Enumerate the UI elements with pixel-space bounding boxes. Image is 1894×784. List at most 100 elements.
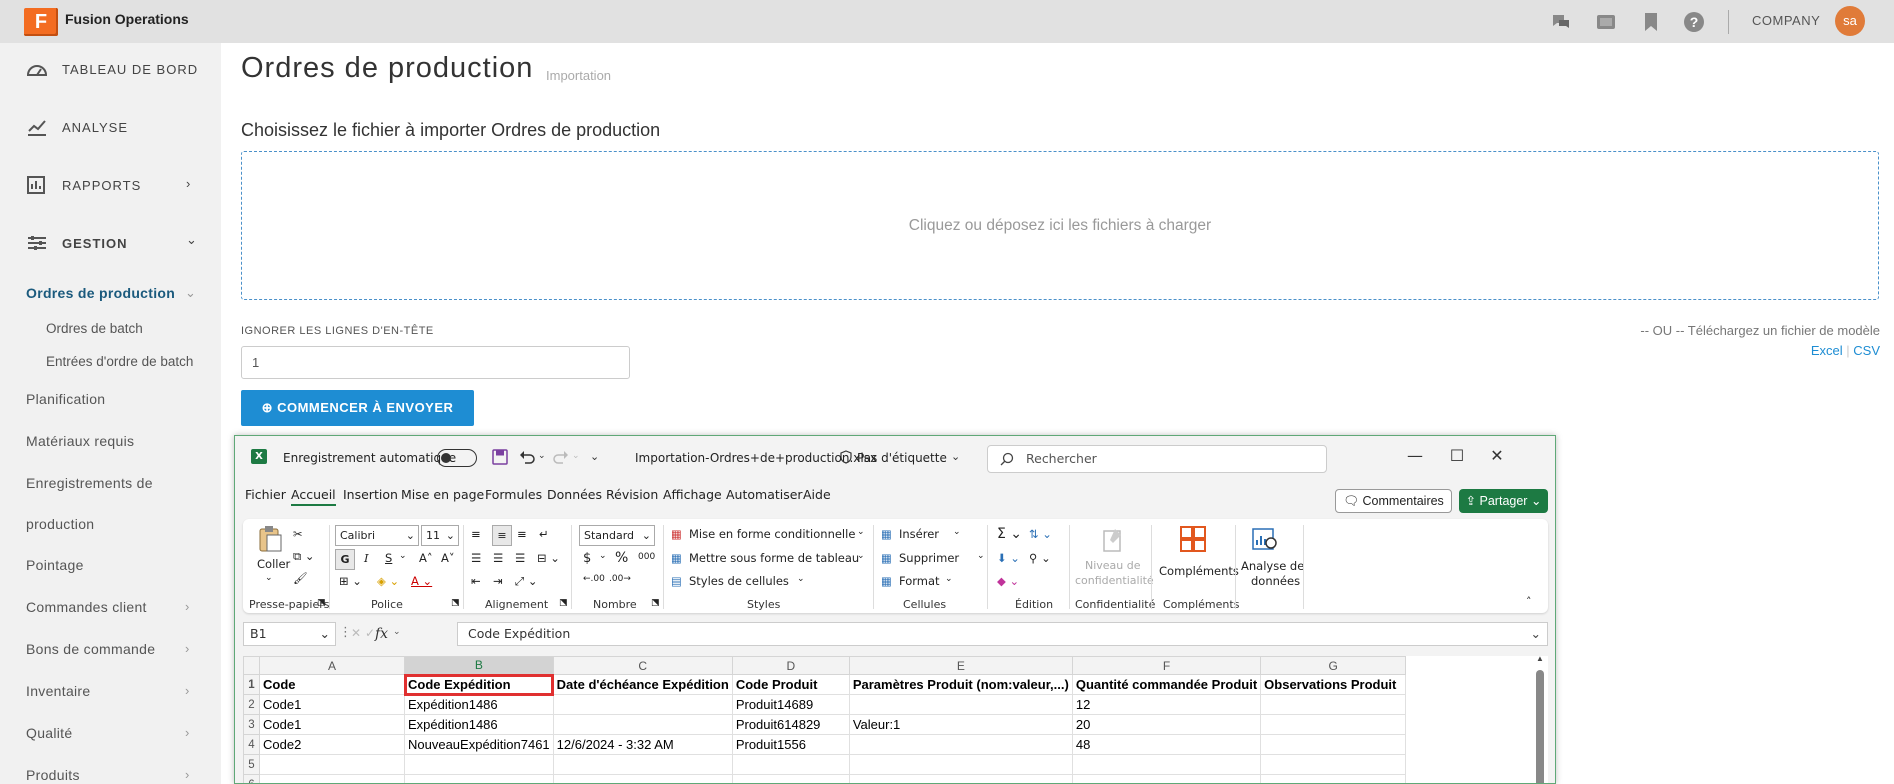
redo-icon[interactable] — [553, 449, 569, 465]
format-cells-icon[interactable]: ▦ — [881, 574, 892, 588]
row-header[interactable]: 1 — [243, 674, 260, 695]
table-cell[interactable] — [848, 754, 1073, 775]
table-cell[interactable]: 48 — [1071, 734, 1262, 755]
sidebar-item-qualite[interactable]: Qualité — [26, 725, 72, 741]
enter-formula-icon[interactable]: ✓ — [365, 626, 375, 640]
table-cell[interactable] — [404, 754, 554, 775]
undo-icon[interactable] — [519, 449, 535, 465]
decrease-indent-icon[interactable]: ⇤ — [471, 574, 481, 588]
column-header[interactable]: B — [404, 656, 554, 676]
align-middle-icon[interactable]: ≡ — [492, 525, 512, 546]
dialog-launcher-icon[interactable]: ⬔ — [651, 598, 660, 608]
table-cell[interactable] — [848, 774, 1073, 783]
sidebar-item-produits[interactable]: Produits — [26, 767, 80, 783]
wrap-text-icon[interactable]: ↵ — [539, 527, 549, 541]
paste-label[interactable]: Coller — [257, 557, 290, 571]
currency-button[interactable]: $ — [583, 551, 591, 566]
excel-search-box[interactable]: Rechercher — [987, 445, 1327, 473]
table-cell[interactable]: Date d'échéance Expédition — [552, 674, 733, 695]
chevron-right-icon[interactable]: › — [185, 683, 189, 698]
menu-formules[interactable]: Formules — [485, 487, 542, 502]
format-painter-icon[interactable]: 🖌 — [293, 571, 308, 585]
dialog-launcher-icon[interactable]: ⬔ — [451, 598, 460, 608]
table-cell[interactable]: Produit14689 — [731, 694, 850, 715]
table-cell[interactable] — [552, 694, 733, 715]
table-cell[interactable]: Code2 — [259, 734, 405, 755]
analyze-data-line1[interactable]: Analyse de — [1241, 559, 1304, 573]
avatar[interactable]: sa — [1835, 6, 1865, 36]
bold-button[interactable]: G — [335, 549, 355, 570]
row-header[interactable]: 2 — [243, 694, 260, 715]
analyze-data-icon[interactable] — [1251, 525, 1279, 553]
chevron-down-icon[interactable]: ⌄ — [857, 551, 865, 561]
column-header[interactable]: D — [731, 656, 850, 675]
table-cell[interactable]: Quantité commandée Produit — [1071, 674, 1262, 695]
menu-mise-en-page[interactable]: Mise en page — [401, 487, 484, 502]
autosum-icon[interactable]: Σ ⌄ — [997, 526, 1022, 542]
chevron-right-icon[interactable]: › — [185, 599, 189, 614]
align-right-icon[interactable]: ☰ — [515, 551, 525, 565]
table-cell[interactable] — [848, 694, 1073, 715]
vertical-scrollbar[interactable]: ▲ — [1536, 654, 1544, 783]
insert-cells-icon[interactable]: ▦ — [881, 527, 892, 541]
merge-center-icon[interactable]: ⊟ ⌄ — [537, 551, 560, 565]
table-cell[interactable] — [1260, 714, 1407, 735]
sidebar-item-bons-commande[interactable]: Bons de commande — [26, 641, 155, 657]
table-cell[interactable]: Observations Produit — [1260, 674, 1407, 695]
table-cell[interactable] — [259, 754, 405, 775]
table-cell[interactable]: Code — [259, 674, 405, 695]
table-cell[interactable] — [259, 774, 405, 783]
table-cell[interactable]: Produit1556 — [731, 734, 850, 755]
table-cell[interactable] — [404, 774, 554, 783]
find-select-icon[interactable]: ⚲ ⌄ — [1029, 551, 1051, 565]
fill-color-icon[interactable]: ◈ ⌄ — [377, 574, 399, 588]
select-all-corner[interactable] — [243, 656, 260, 675]
chevron-down-icon[interactable]: ⌄ — [185, 285, 196, 301]
ignore-header-input[interactable] — [241, 346, 630, 379]
clear-icon[interactable]: ◆ ⌄ — [997, 574, 1019, 588]
comments-button[interactable]: 🗨 Commentaires — [1335, 489, 1452, 513]
menu-fichier[interactable]: Fichier — [245, 487, 286, 502]
underline-dropdown-icon[interactable]: ⌄ — [399, 551, 407, 561]
align-bottom-icon[interactable]: ≡ — [517, 527, 527, 541]
chevron-right-icon[interactable]: › — [185, 641, 189, 656]
row-header[interactable]: 6 — [243, 774, 260, 783]
table-cell[interactable] — [731, 774, 850, 783]
currency-dropdown-icon[interactable]: ⌄ — [599, 551, 607, 561]
increase-decimal-icon[interactable]: ←.00 — [583, 574, 605, 584]
sidebar-item-dashboard[interactable]: TABLEAU DE BORD — [26, 58, 198, 80]
column-header[interactable]: E — [848, 656, 1073, 675]
format-button[interactable]: Format — [899, 574, 940, 588]
sidebar-subitem-entrees-batch[interactable]: Entrées d'ordre de batch — [46, 354, 193, 369]
delete-button[interactable]: Supprimer — [899, 551, 959, 565]
table-cell[interactable] — [1260, 694, 1407, 715]
cut-icon[interactable]: ✂ — [293, 527, 303, 541]
font-color-icon[interactable]: A ⌄ — [411, 574, 432, 588]
sidebar-item-ordres-production[interactable]: Ordres de production — [26, 285, 175, 301]
table-cell[interactable] — [1260, 774, 1407, 783]
conditional-format-icon[interactable]: ▦ — [671, 527, 682, 541]
table-cell[interactable]: Code Produit — [731, 674, 850, 695]
table-cell[interactable] — [552, 774, 733, 783]
name-box[interactable]: B1 ⌄ — [243, 622, 336, 646]
column-header[interactable]: F — [1071, 656, 1262, 675]
delete-cells-icon[interactable]: ▦ — [881, 551, 892, 565]
menu-revision[interactable]: Révision — [606, 487, 658, 502]
scrollbar-thumb[interactable] — [1536, 670, 1544, 783]
file-dropzone[interactable]: Cliquez ou déposez ici les fichiers à ch… — [241, 151, 1879, 300]
decrease-decimal-icon[interactable]: .00→ — [609, 574, 631, 584]
increase-font-icon[interactable]: A˄ — [419, 551, 433, 565]
row-header[interactable]: 5 — [243, 754, 260, 775]
scroll-up-icon[interactable]: ▲ — [1536, 654, 1544, 663]
align-left-icon[interactable]: ☰ — [471, 551, 481, 565]
column-header[interactable]: G — [1260, 656, 1407, 675]
table-cell[interactable] — [552, 754, 733, 775]
sidebar-item-planification[interactable]: Planification — [26, 391, 105, 407]
menu-affichage[interactable]: Affichage — [663, 487, 722, 502]
font-name-select[interactable]: Calibri ⌄ — [335, 525, 419, 546]
sidebar-item-inventaire[interactable]: Inventaire — [26, 683, 90, 699]
format-as-table-button[interactable]: Mettre sous forme de tableau — [689, 551, 859, 565]
save-icon[interactable] — [492, 449, 508, 465]
chevron-right-icon[interactable]: › — [185, 725, 189, 740]
table-cell[interactable] — [1071, 754, 1262, 775]
